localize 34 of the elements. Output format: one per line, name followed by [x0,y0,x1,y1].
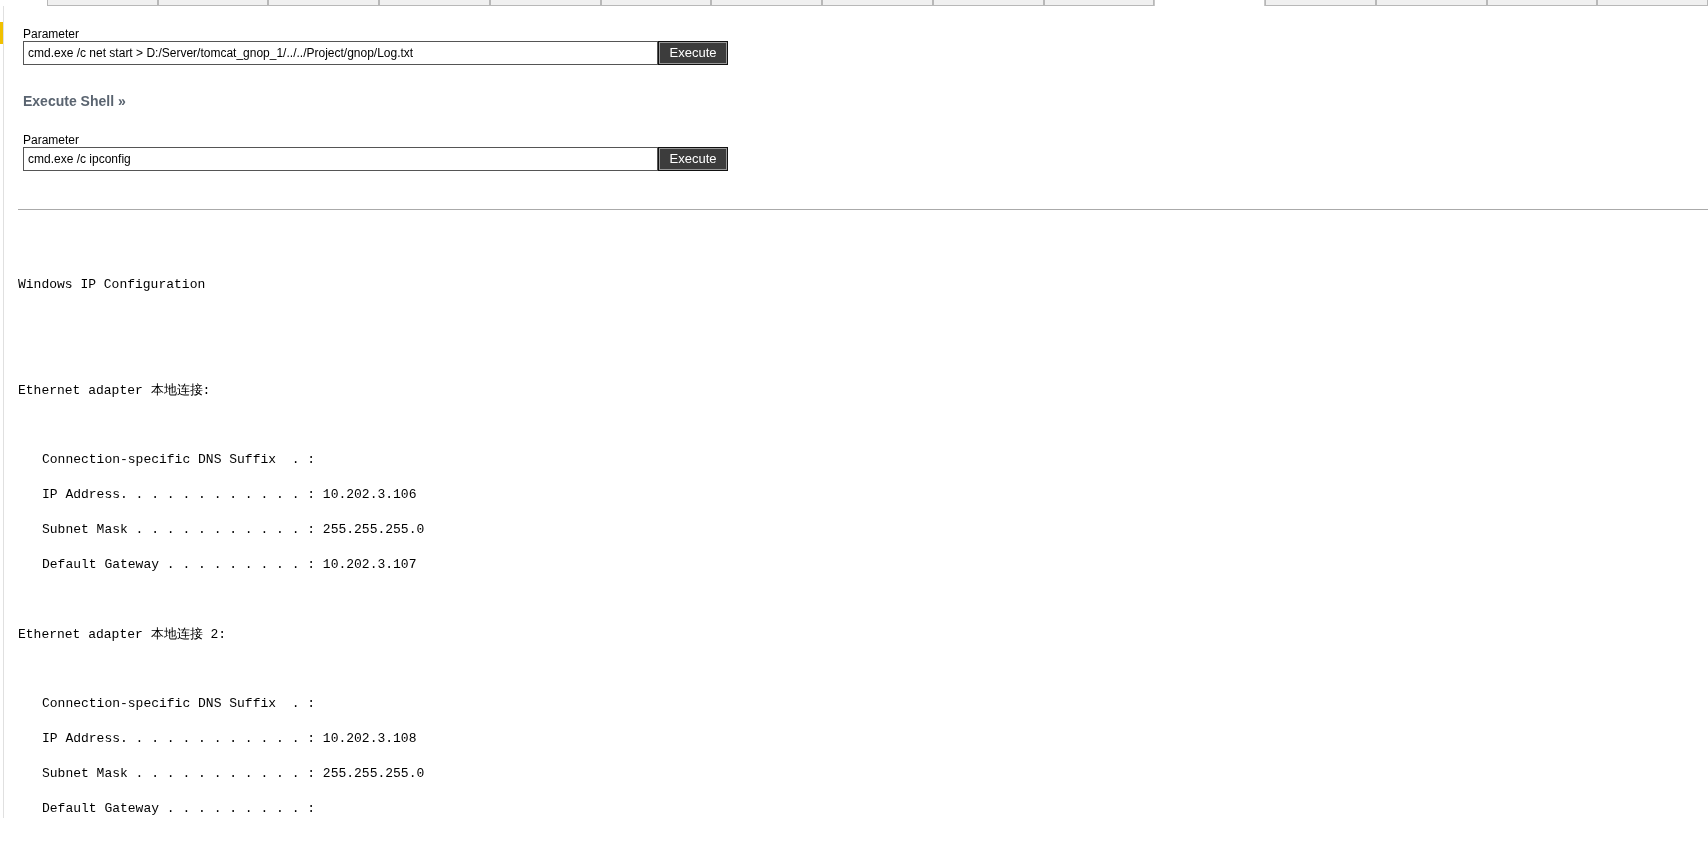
output-line: IP Address. . . . . . . . . . . . : 10.202.3.108 [41,730,418,748]
command-field[interactable]: cmd.exe /c net start > D:/Server/tomcat_gnop_1/../../Project/gnop/Log.txt [23,41,658,65]
tab[interactable] [1043,0,1155,6]
tab[interactable] [1154,0,1266,6]
field-label: Parameter [23,133,81,147]
output-line: Windows IP Configuration [18,276,207,294]
section-heading[interactable]: Execute Shell » [23,91,1708,112]
output-line: Connection-specific DNS Suffix . : [41,695,317,713]
output-line: Subnet Mask . . . . . . . . . . . : 255.255.255.0 [41,521,426,539]
execute-button[interactable]: Execute [658,147,728,171]
tab[interactable] [600,0,712,6]
tab[interactable] [932,0,1044,6]
tab[interactable] [379,0,490,6]
tab[interactable] [1375,0,1487,6]
tab[interactable] [1265,0,1376,6]
tab[interactable] [268,0,380,6]
tab[interactable] [711,0,823,6]
output-line: Connection-specific DNS Suffix . : [41,451,317,469]
output-line: Subnet Mask . . . . . . . . . . . : 255.255.255.0 [41,765,426,783]
marker-strip [0,22,3,44]
command-field[interactable]: cmd.exe /c ipconfig [23,147,658,171]
execute-button[interactable]: Execute [658,41,728,65]
field-label: Parameter [23,27,81,41]
tab[interactable] [1597,0,1708,6]
output-line: IP Address. . . . . . . . . . . . : 10.202.3.106 [41,486,418,504]
tab[interactable] [47,0,158,6]
tab[interactable] [489,0,601,6]
output-line: Ethernet adapter 本地连接: [18,381,212,399]
tab[interactable] [1486,0,1598,6]
output-line: Default Gateway . . . . . . . . . : [41,800,317,818]
tab[interactable] [157,0,269,6]
tab[interactable] [822,0,933,6]
output-line: Default Gateway . . . . . . . . . : 10.202.3.107 [41,556,418,574]
output-line: Ethernet adapter 本地连接 2: [18,625,228,643]
